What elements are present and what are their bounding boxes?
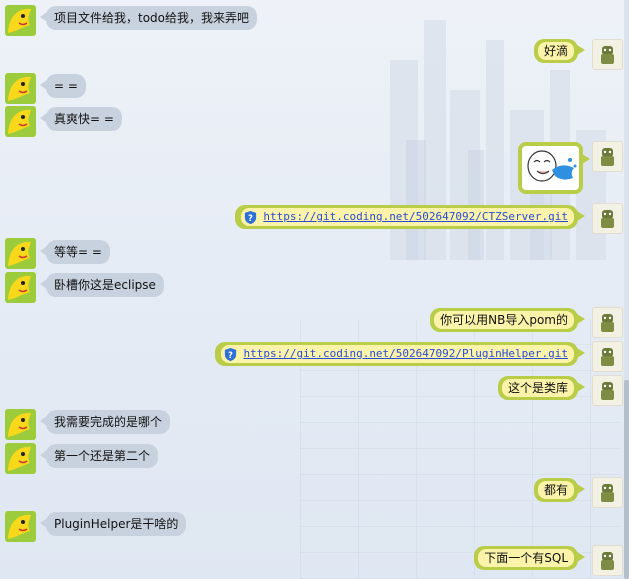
contact-avatar-icon[interactable]	[5, 272, 36, 303]
message-bubble-received[interactable]: 真爽快= =	[40, 107, 122, 131]
message-text: 好滴	[537, 42, 574, 60]
message-text: 第一个还是第二个	[54, 449, 151, 463]
shield-question-icon: ?	[225, 347, 237, 361]
message-bubble-sent[interactable]: 你可以用NB导入pom的	[430, 308, 585, 332]
message-text: PluginHelper是干啥的	[54, 517, 179, 531]
message-text: 卧槽你这是eclipse	[54, 278, 156, 292]
message-bubble-received[interactable]: = =	[40, 74, 86, 98]
svg-text:?: ?	[229, 349, 234, 359]
message-bubble-received[interactable]: 第一个还是第二个	[39, 444, 159, 468]
message-bubble-sent[interactable]: 好滴	[533, 39, 586, 63]
message-bubble-sent[interactable]: 这个是类库	[497, 376, 586, 400]
shield-question-icon: ?	[245, 210, 257, 224]
contact-avatar-icon[interactable]	[5, 443, 36, 474]
message-bubble-received[interactable]: 等等= =	[40, 240, 110, 264]
message-link[interactable]: https://git.coding.net/502647092/CTZServ…	[263, 205, 568, 229]
message-text: = =	[54, 79, 78, 93]
chat-message-list[interactable]: 项目文件给我，todo给我，我来弄吧 好滴 = = 真爽快= = ? https…	[0, 0, 624, 579]
svg-text:?: ?	[248, 212, 253, 222]
message-bubble-link[interactable]: ? https://git.coding.net/502647092/Plugi…	[215, 342, 585, 366]
self-avatar-icon[interactable]	[592, 203, 623, 234]
scrollbar-thumb[interactable]	[624, 380, 629, 579]
contact-avatar-icon[interactable]	[5, 238, 36, 269]
contact-avatar-icon[interactable]	[5, 73, 36, 104]
message-text: 你可以用NB导入pom的	[434, 311, 574, 329]
message-bubble-received[interactable]: 卧槽你这是eclipse	[40, 273, 164, 297]
message-text: 这个是类库	[501, 379, 574, 397]
message-bubble-received[interactable]: 我需要完成的是哪个	[39, 410, 171, 434]
message-bubble-received[interactable]: PluginHelper是干啥的	[39, 512, 187, 536]
message-link[interactable]: https://git.coding.net/502647092/PluginH…	[243, 342, 568, 366]
message-text: 我需要完成的是哪个	[54, 415, 163, 429]
message-text: 下面一个有SQL	[478, 549, 574, 567]
self-avatar-icon[interactable]	[592, 477, 623, 508]
message-text: 等等= =	[54, 245, 102, 259]
meme-sticker-image	[522, 146, 579, 190]
message-bubble-sent[interactable]: 都有	[533, 478, 586, 502]
self-avatar-icon[interactable]	[592, 39, 623, 70]
message-bubble-sent[interactable]: 下面一个有SQL	[474, 546, 585, 570]
contact-avatar-icon[interactable]	[5, 511, 36, 542]
self-avatar-icon[interactable]	[592, 375, 623, 406]
message-bubble-link[interactable]: ? https://git.coding.net/502647092/CTZSe…	[235, 205, 585, 229]
contact-avatar-icon[interactable]	[5, 5, 36, 36]
message-text: 真爽快= =	[54, 112, 114, 126]
self-avatar-icon[interactable]	[592, 545, 623, 576]
contact-avatar-icon[interactable]	[5, 409, 36, 440]
message-text: 项目文件给我，todo给我，我来弄吧	[54, 11, 250, 25]
contact-avatar-icon[interactable]	[5, 106, 36, 137]
self-avatar-icon[interactable]	[592, 307, 623, 338]
self-avatar-icon[interactable]	[592, 341, 623, 372]
self-avatar-icon[interactable]	[592, 141, 623, 172]
message-bubble-sticker[interactable]	[518, 142, 590, 194]
message-bubble-received[interactable]: 项目文件给我，todo给我，我来弄吧	[39, 6, 258, 30]
message-text: 都有	[537, 481, 574, 499]
